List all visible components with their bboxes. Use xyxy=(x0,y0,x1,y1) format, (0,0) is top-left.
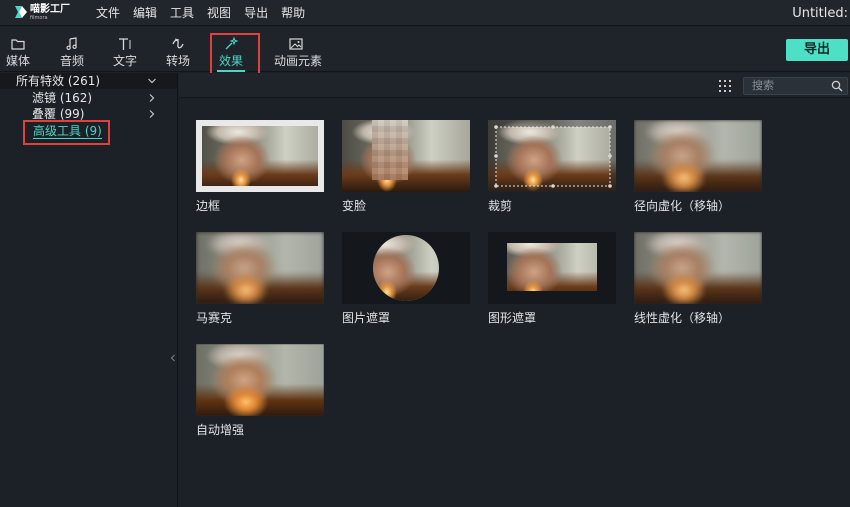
grid-view-icon[interactable] xyxy=(719,80,731,92)
tab-audio-label: 音频 xyxy=(59,54,84,68)
tab-audio[interactable]: 音频 xyxy=(58,27,86,72)
effect-name: 线性虚化（移轴） xyxy=(634,311,731,325)
advanced-tools-highlight xyxy=(23,120,110,145)
image-icon xyxy=(289,38,303,50)
menu-file[interactable]: 文件 xyxy=(96,0,120,26)
app-logo: 喵影工厂 filmora xyxy=(14,4,74,22)
collapse-sidebar-icon[interactable] xyxy=(170,353,176,363)
effect-name: 图形遮罩 xyxy=(488,311,537,325)
sidebar-item-filters[interactable]: 滤镜 (162) xyxy=(0,90,177,106)
menu-bar: 喵影工厂 filmora 文件 编辑 工具 视图 导出 帮助 Untitled: xyxy=(0,0,850,26)
chevron-down-icon[interactable] xyxy=(147,73,157,89)
search-input[interactable]: 搜索 xyxy=(743,77,848,95)
tab-elements-label: 动画元素 xyxy=(274,54,323,68)
effect-name: 变脸 xyxy=(342,199,367,213)
effects-library: 搜索 边框 变脸 裁剪 径向虚化（移轴） 马赛克 图片遮罩 图形遮罩 线性虚化（… xyxy=(179,73,850,507)
tab-media-label: 媒体 xyxy=(5,54,30,68)
effect-name: 自动增强 xyxy=(196,423,245,437)
effect-thumbnail xyxy=(342,120,470,192)
text-icon xyxy=(119,38,131,50)
menu-help[interactable]: 帮助 xyxy=(281,0,305,26)
sidebar-item-label: 所有特效 (261) xyxy=(16,74,101,88)
effect-thumbnail xyxy=(488,120,616,192)
window-title: Untitled: xyxy=(792,6,848,21)
chevron-right-icon[interactable] xyxy=(147,106,157,122)
effect-name: 图片遮罩 xyxy=(342,311,391,325)
menu-export[interactable]: 导出 xyxy=(244,0,268,26)
tab-elements[interactable]: 动画元素 xyxy=(274,27,323,72)
effects-category-sidebar: 所有特效 (261) 滤镜 (162) 叠覆 (99) 高级工具 (9) xyxy=(0,73,178,507)
effect-thumbnail xyxy=(634,120,762,192)
app-name: 喵影工厂 xyxy=(30,4,70,15)
effect-thumbnail xyxy=(196,120,324,192)
effect-thumbnail xyxy=(634,232,762,304)
effect-name: 马赛克 xyxy=(196,311,233,325)
filmora-logo-icon xyxy=(15,6,27,18)
effect-thumbnail xyxy=(196,344,324,416)
menu-edit[interactable]: 编辑 xyxy=(133,0,157,26)
app-sub-name: filmora xyxy=(30,15,48,21)
chevron-right-icon[interactable] xyxy=(147,90,157,106)
tab-transition[interactable]: 转场 xyxy=(164,27,192,72)
library-toolbar: 搜索 xyxy=(179,73,850,98)
tab-text[interactable]: 文字 xyxy=(111,27,139,72)
menu-view[interactable]: 视图 xyxy=(207,0,231,26)
export-button[interactable]: 导出 xyxy=(786,39,848,61)
toolbar: 媒体 音频 文字 转场 效果 动画元素 导出 xyxy=(0,27,850,81)
sidebar-item-all-effects[interactable]: 所有特效 (261) xyxy=(0,73,177,89)
effect-thumbnail xyxy=(196,232,324,304)
transition-icon xyxy=(172,38,184,49)
search-icon[interactable] xyxy=(831,80,843,92)
main-menu: 文件 编辑 工具 视图 导出 帮助 xyxy=(96,0,318,26)
tab-transition-label: 转场 xyxy=(165,54,190,68)
effect-thumbnail xyxy=(342,232,470,304)
folder-icon xyxy=(11,39,25,50)
effect-name: 裁剪 xyxy=(488,199,513,213)
music-note-icon xyxy=(66,37,77,50)
menu-tools[interactable]: 工具 xyxy=(170,0,194,26)
tab-text-label: 文字 xyxy=(112,54,137,68)
sidebar-item-label: 滤镜 (162) xyxy=(32,91,93,105)
effect-thumbnail xyxy=(488,232,616,304)
effect-name: 边框 xyxy=(196,199,221,213)
tab-media[interactable]: 媒体 xyxy=(4,27,32,72)
search-placeholder: 搜索 xyxy=(752,79,774,92)
effect-name: 径向虚化（移轴） xyxy=(634,199,731,213)
